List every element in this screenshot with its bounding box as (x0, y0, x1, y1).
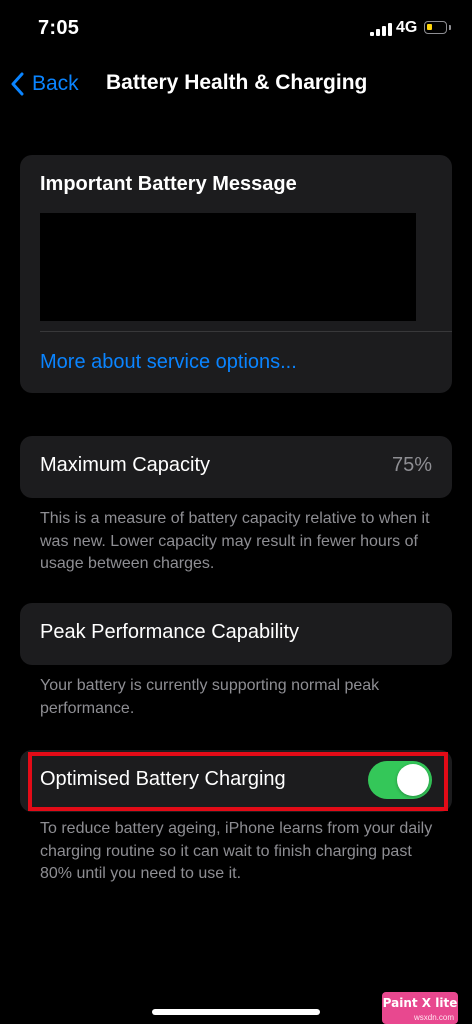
peak-performance-label: Peak Performance Capability (40, 621, 300, 643)
redacted-message-body (40, 213, 416, 321)
maximum-capacity-value: 75% (391, 454, 432, 476)
optimised-charging-footnote: To reduce battery ageing, iPhone learns … (40, 820, 433, 882)
cellular-signal-icon (370, 23, 392, 36)
chevron-left-icon (10, 72, 24, 96)
optimised-charging-label: Optimised Battery Charging (40, 768, 286, 790)
battery-message-title: Important Battery Message (40, 173, 297, 195)
peak-performance-row: Peak Performance Capability (20, 603, 452, 665)
maximum-capacity-footnote: This is a measure of battery capacity re… (40, 510, 430, 572)
network-type: 4G (396, 19, 418, 36)
service-options-link[interactable]: More about service options... (40, 351, 297, 374)
navigation-bar: Back Battery Health & Charging (0, 60, 472, 108)
watermark-logo: Paint X lite wsxdn.com (382, 992, 458, 1024)
battery-message-card: Important Battery Message More about ser… (20, 155, 452, 393)
maximum-capacity-row: Maximum Capacity 75% (20, 436, 452, 498)
back-label: Back (32, 72, 79, 95)
divider (40, 331, 452, 332)
maximum-capacity-label: Maximum Capacity (40, 454, 211, 476)
battery-icon (424, 21, 451, 34)
battery-level (427, 24, 432, 30)
optimised-charging-toggle[interactable] (368, 761, 432, 799)
status-time: 7:05 (38, 17, 80, 39)
toggle-knob (397, 764, 429, 796)
page-title: Battery Health & Charging (106, 71, 368, 94)
home-indicator[interactable] (152, 1009, 320, 1015)
watermark-subtext: wsxdn.com (413, 1013, 454, 1022)
back-button[interactable]: Back (10, 70, 79, 98)
watermark-text: Paint X lite (382, 996, 458, 1010)
peak-performance-footnote: Your battery is currently supporting nor… (40, 677, 380, 717)
status-bar: 7:05 4G (0, 0, 472, 56)
